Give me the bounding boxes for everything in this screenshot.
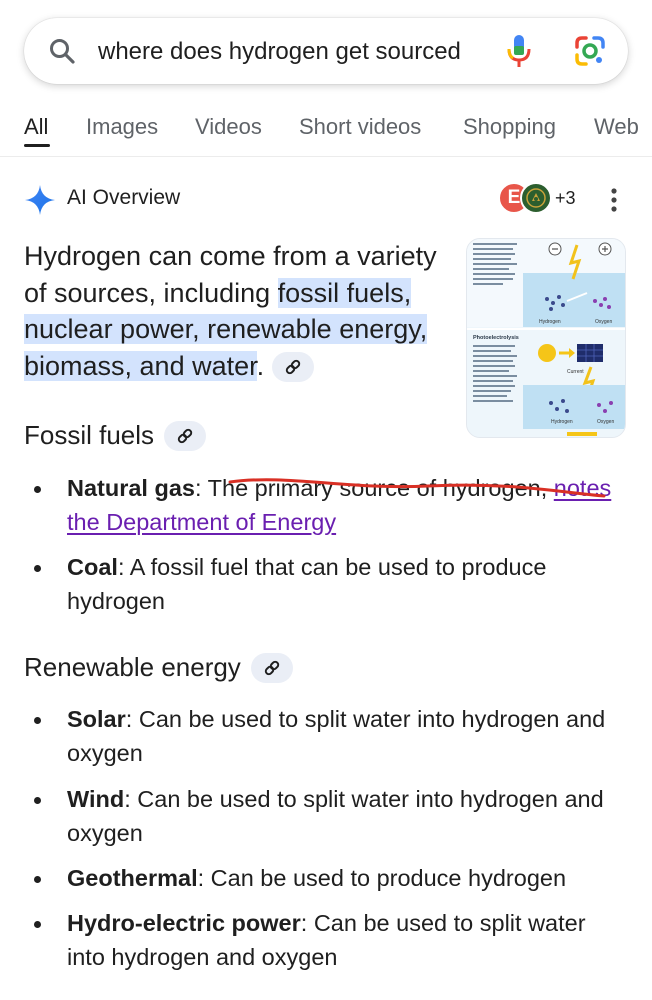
ai-overview-summary: Hydrogen can come from a variety of sour… <box>24 238 440 384</box>
item-text: Can be used to split water into hydrogen… <box>67 706 606 766</box>
thumb-label-current: Current <box>567 369 584 375</box>
summary-source-link-button[interactable] <box>272 352 315 383</box>
tab-web[interactable]: Web <box>594 114 639 140</box>
tab-shopping[interactable]: Shopping <box>463 114 556 140</box>
section-source-link-button[interactable] <box>250 652 293 683</box>
google-lens-icon[interactable] <box>574 35 606 67</box>
search-tabs: All Images Videos Short videos Shopping … <box>0 108 652 156</box>
source-avatars[interactable]: E <box>498 182 558 216</box>
search-icon[interactable] <box>48 37 76 65</box>
search-bar[interactable]: where does hydrogen get sourced <box>24 18 628 84</box>
extra-sources-count[interactable]: +3 <box>555 188 576 209</box>
link-icon <box>264 660 279 675</box>
item-text: The primary source of hydrogen, <box>207 475 554 501</box>
more-options-icon[interactable] <box>608 186 620 214</box>
bullet-dot <box>34 797 41 804</box>
item-term: Solar <box>67 706 126 732</box>
thumb-heading: Photoelectrolysis <box>473 335 519 341</box>
tab-videos[interactable]: Videos <box>195 114 262 140</box>
ai-overview-header: AI Overview E +3 <box>24 180 628 220</box>
department-of-energy-seal-icon[interactable] <box>520 182 552 214</box>
thumb-label-hydrogen-2: Hydrogen <box>551 419 573 425</box>
summary-end: . <box>256 350 265 381</box>
section-title: Renewable energy <box>24 652 241 682</box>
item-separator: : <box>195 475 208 501</box>
section-source-link-button[interactable] <box>164 420 207 451</box>
thumb-label-hydrogen: Hydrogen <box>539 319 561 325</box>
item-term: Wind <box>67 786 125 812</box>
source-thumbnail-image[interactable]: Hydrogen Oxygen Photoelectrolysis Curren… <box>466 238 626 438</box>
item-text: Can be used to produce hydrogen <box>210 865 567 891</box>
section-heading-fossil-fuels: Fossil fuels <box>24 420 207 451</box>
thumb-label-oxygen: Oxygen <box>595 319 612 325</box>
active-tab-indicator <box>24 144 50 147</box>
bullet-dot <box>34 486 41 493</box>
link-icon <box>177 428 193 443</box>
item-separator: : <box>197 865 211 891</box>
item-separator: : <box>125 706 139 732</box>
section-heading-renewable-energy: Renewable energy <box>24 652 293 683</box>
bullet-dot <box>34 717 41 724</box>
bullet-dot <box>34 565 41 572</box>
item-term: Coal <box>67 554 118 580</box>
tab-images[interactable]: Images <box>86 114 158 140</box>
tabs-divider <box>0 156 652 157</box>
gemini-sparkle-icon <box>25 185 55 215</box>
microphone-icon[interactable] <box>504 34 534 68</box>
link-icon <box>285 360 301 375</box>
bullet-dot <box>34 876 41 883</box>
bullet-dot <box>34 921 41 928</box>
item-separator: : <box>300 910 314 936</box>
thumb-label-oxygen-2: Oxygen <box>597 419 614 425</box>
item-text: A fossil fuel that can be used to produc… <box>67 554 547 614</box>
item-separator: : <box>117 554 130 580</box>
tab-all[interactable]: All <box>24 114 48 140</box>
section-title: Fossil fuels <box>24 420 155 450</box>
item-term: Hydro-electric power <box>67 910 301 936</box>
tab-short-videos[interactable]: Short videos <box>299 114 421 140</box>
item-term: Geothermal <box>67 865 198 891</box>
search-input[interactable]: where does hydrogen get sourced <box>98 38 461 66</box>
ai-overview-title: AI Overview <box>67 186 181 209</box>
item-separator: : <box>124 786 138 812</box>
item-term: Natural gas <box>67 475 195 501</box>
item-text: Can be used to split water into hydrogen… <box>67 786 604 846</box>
